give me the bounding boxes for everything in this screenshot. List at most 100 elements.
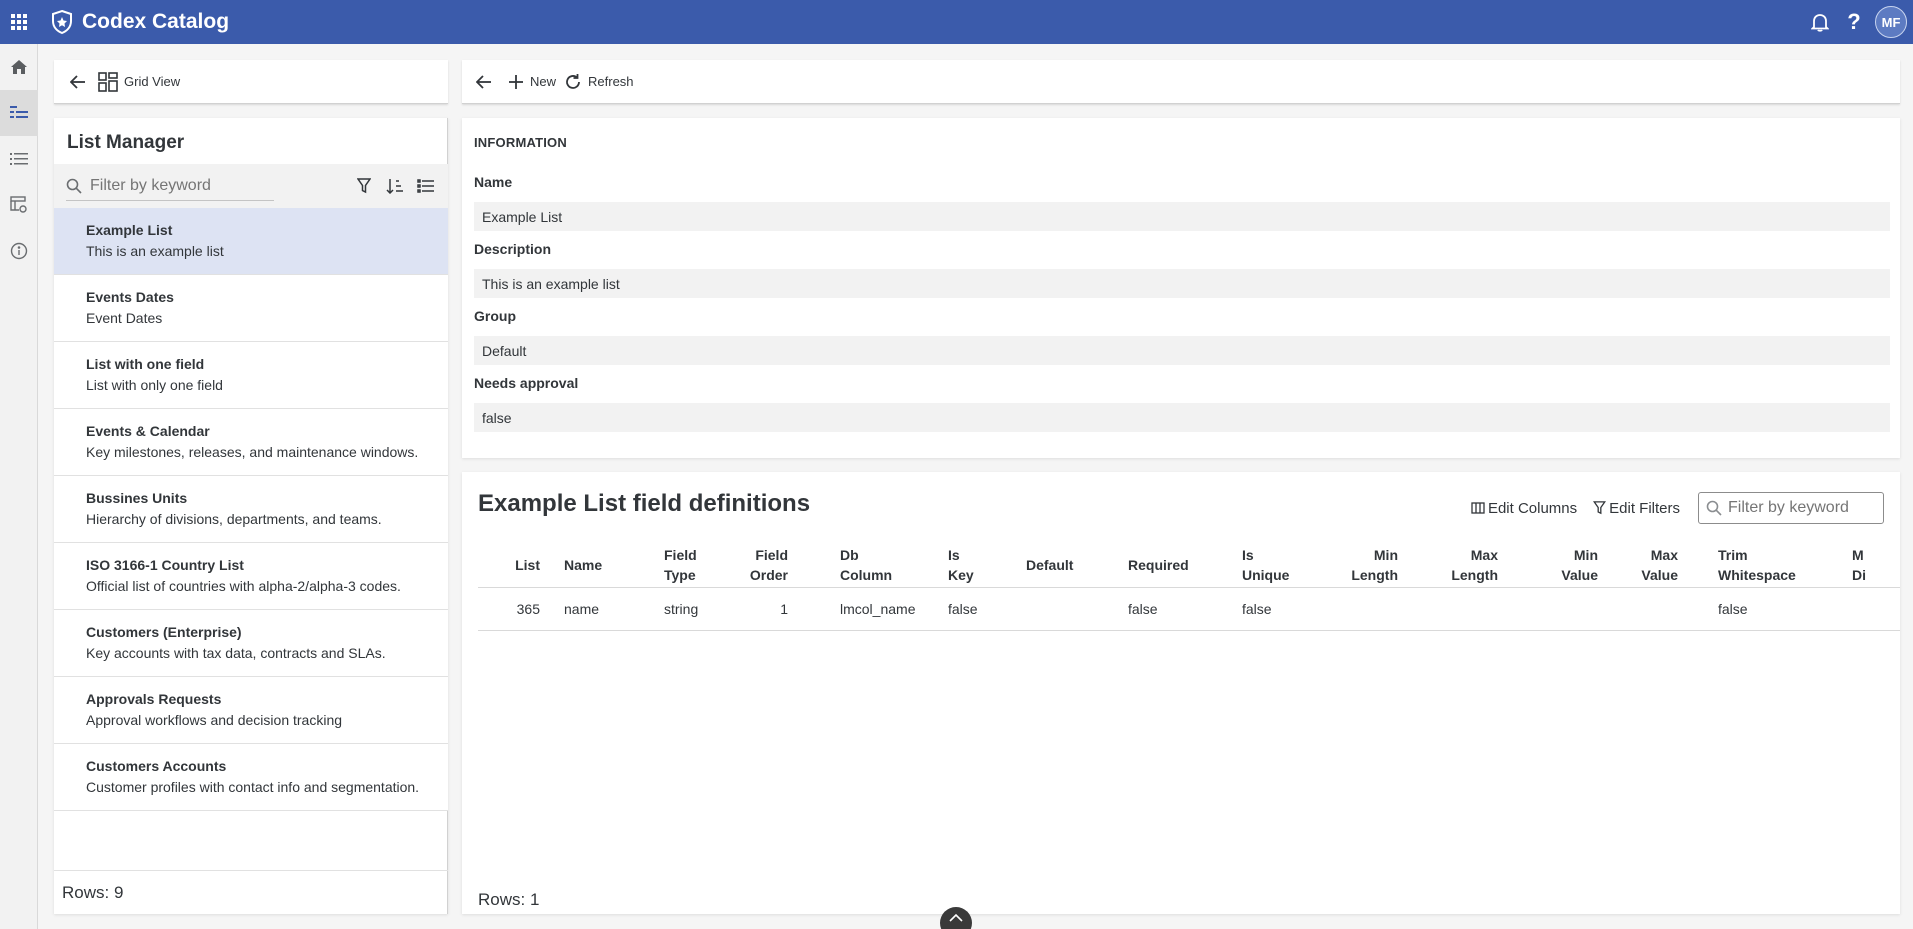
grid-body: 365 name string 1 lmcol_name false false false f… <box>478 588 1900 631</box>
nav-item-list-manager[interactable] <box>0 90 38 136</box>
app-title[interactable]: Codex Catalog <box>82 10 229 34</box>
definitions-rows-count: Rows: 1 <box>478 890 540 909</box>
list-item[interactable]: Customers Accounts Customer profiles with… <box>54 744 448 811</box>
column-header-label: Order <box>749 567 788 583</box>
list-item-description: Approval workflows and decision tracking <box>86 712 343 728</box>
definitions-search-input[interactable] <box>1728 499 1878 517</box>
list-item-description: List with only one field <box>86 377 223 393</box>
new-label: New <box>530 74 557 89</box>
edit-filters-button[interactable]: Edit Filters <box>1593 500 1680 517</box>
list-item-title: Events & Calendar <box>86 423 210 439</box>
column-header-label: Unique <box>1242 567 1290 583</box>
notifications-button[interactable] <box>1803 0 1837 44</box>
list-detail-icon <box>10 106 28 118</box>
list-item-description: Official list of countries with alpha-2/… <box>86 578 401 594</box>
edit-columns-button[interactable]: Edit Columns <box>1471 500 1577 517</box>
right-toolbar: New Refresh <box>462 60 1900 104</box>
grid-view-button[interactable]: Grid View <box>98 60 188 104</box>
column-header[interactable]: Is Unique <box>1242 545 1322 585</box>
table-cell: false <box>948 601 978 617</box>
nav-item-lists[interactable] <box>0 136 38 182</box>
avatar[interactable]: MF <box>1875 6 1907 38</box>
table-cell: false <box>1242 601 1272 617</box>
nav-item-home[interactable] <box>0 44 38 90</box>
list-item[interactable]: Customers (Enterprise) Key accounts with … <box>54 610 448 677</box>
column-header[interactable]: Field Order <box>718 545 788 585</box>
list-search-field[interactable] <box>66 171 274 201</box>
column-header[interactable]: Is Key <box>948 545 1008 585</box>
field-definitions-title: Example List field definitions <box>478 490 811 517</box>
back-button[interactable] <box>58 60 98 104</box>
info-icon <box>10 242 28 260</box>
group-value: Default <box>474 336 1890 365</box>
column-header[interactable]: Name <box>564 555 644 575</box>
column-header[interactable]: Max Value <box>1608 545 1678 585</box>
help-button[interactable]: ? <box>1837 0 1871 44</box>
column-header-label: Key <box>948 567 974 583</box>
refresh-icon <box>566 73 580 89</box>
column-header[interactable]: Trim Whitespace <box>1718 545 1818 585</box>
table-cell: name <box>564 601 600 617</box>
home-icon <box>11 60 27 74</box>
column-header[interactable]: Required <box>1128 555 1218 575</box>
arrow-left-icon <box>476 74 491 89</box>
list-item-description: Key accounts with tax data, contracts an… <box>86 645 386 661</box>
grid-header-row: List Name Field Type Field Order Db Column Is Key… <box>478 538 1900 588</box>
shield-logo-icon <box>48 8 76 36</box>
list-settings-button[interactable] <box>413 171 438 201</box>
nav-item-info[interactable] <box>0 228 38 274</box>
list-search-input[interactable] <box>90 176 260 195</box>
nav-item-table-settings[interactable] <box>0 182 38 228</box>
detail-back-button[interactable] <box>464 60 504 104</box>
column-header-label: Di <box>1852 567 1866 583</box>
list-item[interactable]: ISO 3166-1 Country List Official list of … <box>54 543 448 610</box>
filter-button[interactable] <box>351 171 376 201</box>
list-item[interactable]: List with one field List with only one fi… <box>54 342 448 409</box>
new-button[interactable]: New <box>508 60 564 104</box>
column-header[interactable]: M Di <box>1852 545 1892 585</box>
field-definitions-panel: Example List field definitions Edit Colu… <box>462 472 1900 914</box>
column-header[interactable]: Db Column <box>840 545 940 585</box>
column-header-label: Name <box>564 557 603 573</box>
left-toolbar: Grid View <box>54 60 448 104</box>
list-item-title: Customers Accounts <box>86 758 227 774</box>
list-item-description: Customer profiles with contact info and … <box>86 779 420 795</box>
list-item[interactable]: Example List This is an example list <box>54 208 448 275</box>
column-header[interactable]: Min Value <box>1528 545 1598 585</box>
definitions-search-field[interactable] <box>1698 492 1884 524</box>
column-header-label: Is <box>1242 547 1254 563</box>
chevron-up-icon <box>949 914 963 922</box>
needs-approval-label: Needs approval <box>474 375 579 391</box>
column-header[interactable]: Max Length <box>1428 545 1498 585</box>
sort-icon <box>385 179 403 194</box>
sort-button[interactable] <box>382 171 407 201</box>
list-item-title: Approvals Requests <box>86 691 222 707</box>
list-item[interactable]: Approvals Requests Approval workflows and… <box>54 677 448 744</box>
list-item-title: Customers (Enterprise) <box>86 624 242 640</box>
list-item[interactable]: Bussines Units Hierarchy of divisions, de… <box>54 476 448 543</box>
bulleted-list-icon <box>10 153 28 165</box>
list-item-description: This is an example list <box>86 243 224 259</box>
side-navigation <box>0 44 38 929</box>
filter-icon <box>356 178 371 194</box>
edit-columns-label: Edit Columns <box>1487 499 1578 517</box>
column-header[interactable]: List <box>478 555 540 575</box>
column-header[interactable]: Min Length <box>1328 545 1398 585</box>
table-cell: false <box>1718 601 1748 617</box>
column-header-label: Is <box>948 547 960 563</box>
column-header-label: Min <box>1373 547 1398 563</box>
list-item[interactable]: Events Dates Event Dates <box>54 275 448 342</box>
column-header-label: M <box>1852 547 1864 563</box>
column-header-label: Min <box>1573 547 1598 563</box>
column-header[interactable]: Default <box>1026 555 1106 575</box>
table-row[interactable]: 365 name string 1 lmcol_name false false false f… <box>478 588 1900 631</box>
list-item-description: Hierarchy of divisions, departments, and… <box>86 511 382 527</box>
column-header-label: Length <box>1451 567 1498 583</box>
app-launcher-button[interactable] <box>0 0 38 44</box>
list-item[interactable]: Events & Calendar Key milestones, release… <box>54 409 448 476</box>
bell-icon <box>1811 14 1829 32</box>
refresh-button[interactable]: Refresh <box>564 60 642 104</box>
list-item-title: ISO 3166-1 Country List <box>86 557 244 573</box>
name-label: Name <box>474 174 513 190</box>
table-cell: 1 <box>780 601 788 617</box>
